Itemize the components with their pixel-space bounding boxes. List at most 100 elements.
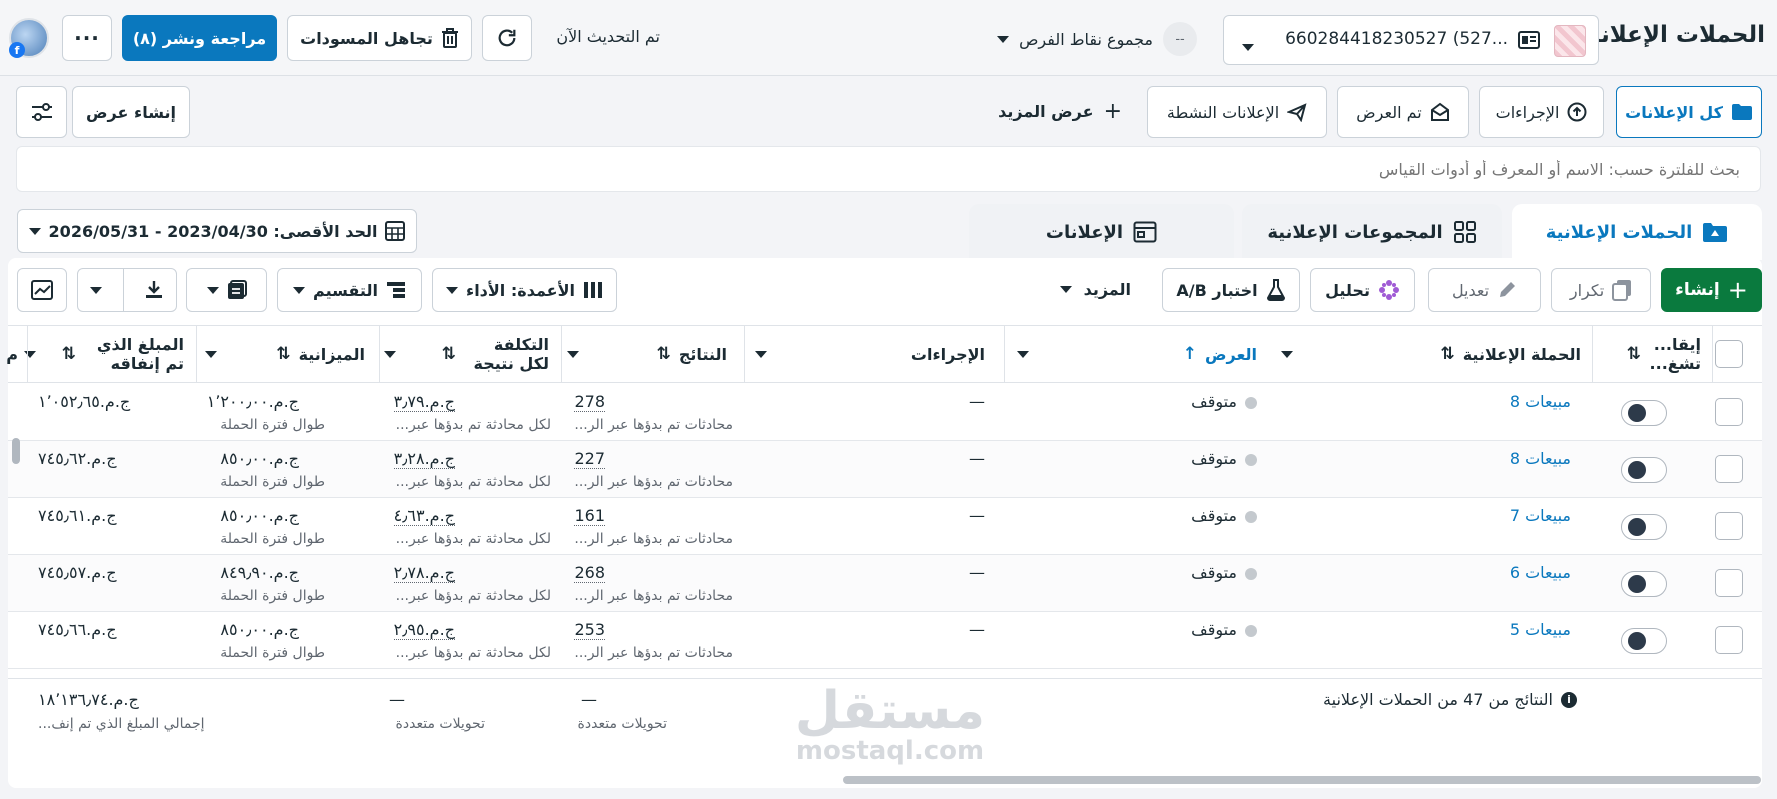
horizontal-scrollbar[interactable] [843, 776, 1761, 784]
more-options-button[interactable]: ··· [62, 15, 112, 61]
chevron-down-icon [446, 286, 459, 294]
campaign-toggle[interactable] [1621, 571, 1667, 597]
discard-drafts-button[interactable]: تجاهل المسودات [287, 15, 472, 61]
page-title: الحملات الإعلانية [1577, 22, 1765, 48]
account-selector[interactable]: 660284418230527 (527... [1223, 15, 1599, 65]
ab-test-button[interactable]: اختبار A/B [1162, 268, 1300, 312]
chevron-down-icon [1281, 350, 1293, 358]
search-input[interactable] [17, 147, 1760, 191]
chevron-down-icon [997, 35, 1010, 43]
actions-value: — [969, 620, 985, 639]
tab-campaigns[interactable]: الحملات الإعلانية [1512, 204, 1762, 260]
charts-button[interactable] [17, 268, 67, 312]
cost-value[interactable]: ج.م.٢٫٩٥ [393, 620, 455, 640]
campaign-name-link[interactable]: مبيعات 8 [1510, 392, 1571, 411]
row-checkbox[interactable] [1715, 455, 1743, 483]
create-view-button[interactable]: إنشاء عرض [72, 86, 190, 138]
chevron-down-icon [384, 350, 396, 358]
reports-dropdown[interactable] [186, 268, 267, 312]
cost-value[interactable]: ج.م.٣٫٧٩ [393, 392, 455, 412]
results-value[interactable]: 253 [574, 620, 605, 640]
campaign-toggle[interactable] [1621, 514, 1667, 540]
filter-shown[interactable]: تم العرض [1337, 86, 1469, 138]
column-campaign[interactable]: الحملة الإعلانية ⇅ [1281, 325, 1581, 383]
budget-value: ج.م.٨٥٠٫٠٠ [220, 449, 299, 468]
duplicate-button[interactable]: تكرار [1551, 268, 1651, 312]
delivery-status: متوقف [1191, 563, 1257, 582]
filter-all-ads[interactable]: كل الإعلانات [1616, 86, 1762, 138]
cost-sub: لكل محادثة تم بدؤها عبر... [395, 531, 551, 547]
footer-results-value: — [581, 690, 597, 709]
budget-value: ج.م.٨٤٩٫٩٠ [220, 563, 299, 582]
create-button[interactable]: + إنشاء [1661, 268, 1762, 312]
column-amount-spent[interactable]: المبلغ الذي تم إنفاقه ⇅ [24, 325, 184, 383]
sort-icon: ⇅ [276, 344, 291, 364]
search-bar[interactable] [16, 146, 1761, 192]
cost-value[interactable]: ج.م.٣٫٢٨ [393, 449, 455, 469]
campaign-toggle[interactable] [1621, 457, 1667, 483]
chevron-down-icon [90, 286, 102, 294]
cost-value[interactable]: ج.م.٢٫٧٨ [393, 563, 455, 583]
columns-label: الأعمدة: الأداء [466, 280, 575, 300]
delivery-status-label: متوقف [1191, 620, 1237, 639]
breakdown-label: التقسيم [313, 280, 378, 300]
tab-ads-label: الإعلانات [1045, 221, 1124, 243]
export-button[interactable] [77, 268, 177, 312]
account-label: 660284418230527 (527... [1285, 29, 1508, 49]
tab-ads[interactable]: الإعلانات [969, 204, 1234, 260]
campaign-toggle[interactable] [1621, 400, 1667, 426]
column-cost-per-result[interactable]: التكلفة لكل نتيجة ⇅ [384, 325, 549, 383]
results-value[interactable]: 268 [574, 563, 605, 583]
column-delivery[interactable]: العرض ↑ [1017, 325, 1257, 383]
date-range-picker[interactable]: الحد الأقصى: 2023/04/30 - 2026/05/31 [17, 209, 417, 253]
results-value[interactable]: 161 [574, 506, 605, 526]
edit-button[interactable]: تعديل [1428, 268, 1541, 312]
results-value[interactable]: 227 [574, 449, 605, 469]
breakdown-dropdown[interactable]: التقسيم [277, 268, 422, 312]
review-publish-button[interactable]: مراجعة ونشر (٨) [122, 15, 277, 61]
refresh-button[interactable] [482, 15, 532, 61]
vertical-scrollbar[interactable] [12, 438, 20, 464]
tab-adsets[interactable]: المجموعات الإعلانية [1242, 204, 1502, 260]
row-checkbox[interactable] [1715, 626, 1743, 654]
watermark-arabic: مستقل [794, 681, 986, 741]
filter-settings-button[interactable] [16, 86, 67, 138]
campaign-name-link[interactable]: مبيعات 7 [1510, 506, 1571, 525]
campaign-name-link[interactable]: مبيعات 8 [1510, 449, 1571, 468]
column-results[interactable]: النتائج ⇅ [567, 325, 727, 383]
campaign-toggle[interactable] [1621, 628, 1667, 654]
column-extra[interactable]: م [2, 325, 18, 383]
facebook-icon: f [9, 42, 25, 58]
profile-avatar[interactable]: f [9, 18, 49, 58]
row-checkbox[interactable] [1715, 569, 1743, 597]
select-all-checkbox[interactable] [1715, 340, 1743, 368]
delivery-status-label: متوقف [1191, 563, 1237, 582]
budget-value: ج.م.٨٥٠٫٠٠ [220, 620, 299, 639]
cost-value[interactable]: ج.م.٤٫٦٣ [393, 506, 455, 526]
status-dot [1245, 453, 1257, 466]
row-checkbox[interactable] [1715, 398, 1743, 426]
filter-actions[interactable]: الإجراءات [1479, 86, 1604, 138]
column-toggle[interactable]: إيقا... تشغ... ⇅ [1601, 325, 1701, 383]
actions-value: — [969, 563, 985, 582]
more-dropdown[interactable]: المزيد [1059, 280, 1131, 299]
cost-sub: لكل محادثة تم بدؤها عبر... [395, 474, 551, 490]
column-divider [379, 325, 380, 383]
show-more-filters[interactable]: + عرض المزيد [998, 99, 1122, 124]
column-budget[interactable]: الميزانية ⇅ [205, 325, 365, 383]
budget-sub: طوال فترة الحملة [220, 645, 325, 661]
analyze-button[interactable]: تحليل [1310, 268, 1415, 312]
filter-active-ads[interactable]: الإعلانات النشطة [1147, 86, 1327, 138]
campaign-name-link[interactable]: مبيعات 6 [1510, 563, 1571, 582]
sort-ascending-icon: ↑ [1182, 344, 1197, 364]
column-actions[interactable]: الإجراءات [755, 325, 985, 383]
results-value[interactable]: 278 [574, 392, 605, 412]
campaign-name-link[interactable]: مبيعات 5 [1510, 620, 1571, 639]
spent-value: ج.م.٧٤٥٫٦٦ [38, 620, 117, 639]
calendar-table-icon [385, 221, 406, 241]
row-checkbox[interactable] [1715, 512, 1743, 540]
footer-summary-label: النتائج من 47 من الحملات الإعلانية [1323, 690, 1553, 709]
columns-dropdown[interactable]: الأعمدة: الأداء [432, 268, 617, 312]
folder-icon [1703, 223, 1728, 242]
opportunity-score[interactable]: -- مجموع نقاط الفرص [997, 22, 1197, 56]
